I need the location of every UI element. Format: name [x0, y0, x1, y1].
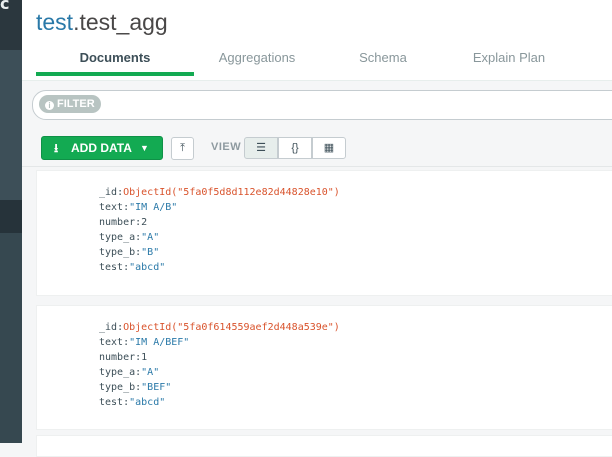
- tab-aggregations[interactable]: Aggregations: [194, 48, 320, 76]
- field-key[interactable]: text: [99, 202, 123, 213]
- info-icon: i: [45, 101, 54, 110]
- field-value[interactable]: "abcd": [129, 262, 165, 273]
- json-view-button[interactable]: {}: [278, 137, 312, 159]
- document-field: _id:ObjectId("5fa0f614559aef2d448a539e"): [99, 320, 340, 335]
- add-data-button[interactable]: ⭳ ADD DATA ▼: [41, 136, 163, 160]
- add-data-label: ADD DATA: [71, 141, 132, 155]
- field-key[interactable]: _id: [99, 322, 117, 333]
- field-value[interactable]: "abcd": [129, 397, 165, 408]
- page-title: test.test_agg: [36, 9, 168, 36]
- app-logo-icon: c: [0, 0, 10, 13]
- document-field: test:"abcd": [99, 260, 165, 275]
- sidebar-lower-panel: [0, 233, 22, 443]
- filter-pill[interactable]: i FILTER: [39, 95, 101, 113]
- document-card[interactable]: _id:ObjectId("5fa0f5d8d112e82d44828e10")…: [36, 170, 612, 296]
- view-label: VIEW: [211, 141, 242, 153]
- field-value[interactable]: ObjectId("5fa0f5d8d112e82d44828e10"): [123, 187, 340, 198]
- field-key[interactable]: number: [99, 217, 135, 228]
- export-button[interactable]: ⤒: [171, 137, 194, 160]
- field-value[interactable]: "B": [141, 247, 159, 258]
- field-key[interactable]: type_b: [99, 382, 135, 393]
- sidebar-selected-item[interactable]: [0, 200, 22, 233]
- field-key[interactable]: type_a: [99, 367, 135, 378]
- field-value[interactable]: 2: [141, 217, 147, 228]
- filter-pill-label: FILTER: [57, 98, 95, 110]
- field-value[interactable]: "A": [141, 367, 159, 378]
- documents-toolbar: ⭳ ADD DATA ▼ ⤒ VIEW ☰ {} ▦: [22, 128, 612, 167]
- table-view-button[interactable]: ▦: [312, 137, 346, 159]
- tab-schema[interactable]: Schema: [320, 48, 446, 76]
- document-field: text:"IM A/BEF": [99, 335, 189, 350]
- field-key[interactable]: test: [99, 262, 123, 273]
- download-icon: ⭳: [54, 141, 59, 155]
- caret-down-icon: ▼: [140, 143, 149, 153]
- field-value[interactable]: 1: [141, 352, 147, 363]
- active-tab-indicator: [36, 72, 194, 76]
- document-field: type_b:"BEF": [99, 380, 171, 395]
- field-value[interactable]: ObjectId("5fa0f614559aef2d448a539e"): [123, 322, 340, 333]
- filter-input[interactable]: i FILTER: [32, 90, 612, 120]
- field-key[interactable]: text: [99, 337, 123, 348]
- document-card[interactable]: _id:ObjectId("5fa0f614559aef2d448a539e")…: [36, 305, 612, 430]
- collection-name: test_agg: [79, 9, 168, 35]
- document-field: text:"IM A/B": [99, 200, 177, 215]
- query-bar: i FILTER: [22, 81, 612, 128]
- field-value[interactable]: "A": [141, 232, 159, 243]
- document-field: number:1: [99, 350, 147, 365]
- document-field: test:"abcd": [99, 395, 165, 410]
- field-value[interactable]: "IM A/B": [129, 202, 177, 213]
- field-key[interactable]: test: [99, 397, 123, 408]
- braces-icon: {}: [291, 142, 299, 154]
- document-card[interactable]: [36, 435, 612, 457]
- document-field: type_b:"B": [99, 245, 159, 260]
- field-key[interactable]: _id: [99, 187, 117, 198]
- table-icon: ▦: [323, 142, 335, 154]
- field-value[interactable]: "IM A/BEF": [129, 337, 189, 348]
- list-icon: ☰: [256, 142, 266, 154]
- sidebar-header[interactable]: c: [0, 0, 22, 50]
- list-view-button[interactable]: ☰: [244, 137, 278, 159]
- collection-header: test.test_agg Documents Aggregations Sch…: [22, 0, 612, 81]
- field-key[interactable]: number: [99, 352, 135, 363]
- field-key[interactable]: type_b: [99, 247, 135, 258]
- sidebar: c: [0, 0, 22, 443]
- field-key[interactable]: type_a: [99, 232, 135, 243]
- tab-explain-plan[interactable]: Explain Plan: [446, 48, 572, 76]
- database-name[interactable]: test: [36, 9, 73, 35]
- document-field: _id:ObjectId("5fa0f5d8d112e82d44828e10"): [99, 185, 340, 200]
- field-value[interactable]: "BEF": [141, 382, 171, 393]
- document-field: number:2: [99, 215, 147, 230]
- document-field: type_a:"A": [99, 230, 159, 245]
- document-field: type_a:"A": [99, 365, 159, 380]
- upload-icon: ⤒: [180, 142, 185, 154]
